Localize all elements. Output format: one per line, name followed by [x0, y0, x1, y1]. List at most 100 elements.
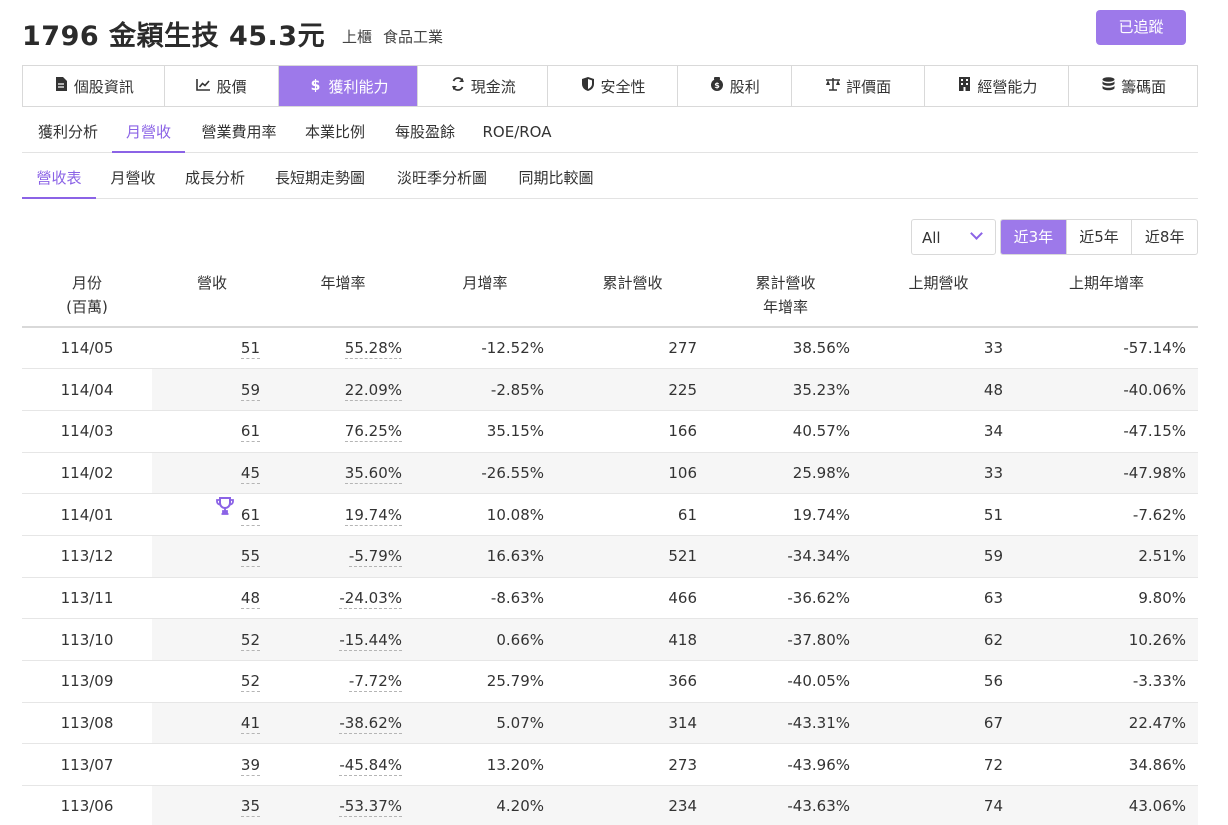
- subtab-eps[interactable]: 每股盈餘: [392, 112, 458, 153]
- range-8y-button[interactable]: 近8年: [1132, 220, 1197, 254]
- cell-yoy-value[interactable]: -24.03%: [339, 588, 402, 609]
- cell-yoy-value[interactable]: 19.74%: [344, 505, 402, 526]
- subtab-revenue-table[interactable]: 營收表: [22, 158, 96, 199]
- tab-valuation[interactable]: 評價面: [792, 66, 926, 106]
- tab-stock-info[interactable]: 個股資訊: [23, 66, 165, 106]
- cell-yoy-value[interactable]: -53.37%: [339, 797, 402, 818]
- cell-revenue-value[interactable]: 52: [240, 672, 260, 693]
- cell-cumulative-value: 225: [668, 380, 697, 399]
- subtab-roe-roa[interactable]: ROE/ROA: [481, 112, 553, 153]
- tab-dividend[interactable]: $ 股利: [678, 66, 792, 106]
- cell-month-value: 113/12: [60, 547, 114, 566]
- cell-cumulative-yoy-value: 35.23%: [792, 380, 850, 399]
- table-body: 114/05 51 55.28% -12.52% 277 38.56% 33 -57.14% 1…: [22, 327, 1198, 825]
- cell-prev-revenue-value: 33: [983, 339, 1003, 358]
- cell-cumulative: 273: [556, 743, 709, 787]
- subtab-core-ratio[interactable]: 本業比例: [302, 112, 368, 153]
- table-row: 113/09 52 -7.72% 25.79% 366 -40.05% 56 -3.33%: [22, 660, 1198, 703]
- cell-revenue: 59: [152, 368, 272, 411]
- cell-cumulative-value: 418: [668, 630, 697, 649]
- cell-revenue-value[interactable]: 52: [240, 630, 260, 651]
- cell-yoy-value[interactable]: -5.79%: [348, 547, 402, 568]
- subtab-compare-chart[interactable]: 同期比較圖: [516, 158, 596, 199]
- cell-mom-value: 5.07%: [496, 714, 544, 733]
- cell-cumulative-value: 521: [668, 547, 697, 566]
- cell-revenue-value[interactable]: 51: [240, 339, 260, 360]
- tab-profitability[interactable]: $ 獲利能力: [278, 66, 419, 106]
- cell-revenue-value[interactable]: 39: [240, 755, 260, 776]
- cell-month-value: 113/09: [60, 672, 114, 691]
- cell-revenue-value[interactable]: 45: [240, 463, 260, 484]
- cell-prev-revenue: 59: [862, 535, 1015, 578]
- tab-operating[interactable]: 經營能力: [925, 66, 1070, 106]
- cell-cumulative-yoy-value: 38.56%: [792, 339, 850, 358]
- cell-month: 114/04: [22, 368, 152, 411]
- document-icon: [53, 77, 69, 95]
- cell-revenue-value[interactable]: 41: [240, 714, 260, 735]
- cell-yoy-value[interactable]: 76.25%: [344, 422, 402, 443]
- month-filter-select[interactable]: All: [911, 219, 996, 255]
- cell-revenue-value[interactable]: 61: [240, 505, 260, 526]
- cell-revenue-value[interactable]: 61: [240, 422, 260, 443]
- cell-prev-revenue-value: 56: [983, 672, 1003, 691]
- cell-yoy: -24.03%: [272, 577, 414, 620]
- cell-revenue: 45: [152, 452, 272, 495]
- tab-cash-flow[interactable]: 現金流: [418, 66, 549, 106]
- cell-prev-yoy: 2.51%: [1015, 535, 1198, 578]
- cell-cumulative: 418: [556, 618, 709, 661]
- cell-prev-yoy-value: -57.14%: [1123, 339, 1186, 358]
- tab-label: 籌碼面: [1121, 77, 1167, 96]
- cell-revenue-value[interactable]: 35: [240, 797, 260, 818]
- subtab-monthly-revenue[interactable]: 月營收: [112, 112, 185, 153]
- cell-yoy-value[interactable]: 35.60%: [344, 463, 402, 484]
- cell-revenue: 52: [152, 618, 272, 661]
- cell-cumulative-yoy-value: -34.34%: [787, 547, 850, 566]
- cell-revenue-value[interactable]: 59: [240, 380, 260, 401]
- cell-month: 113/06: [22, 785, 152, 825]
- tab-chips[interactable]: 籌碼面: [1069, 66, 1197, 106]
- subtab-trend-chart[interactable]: 長短期走勢圖: [272, 158, 368, 199]
- cell-revenue-value[interactable]: 48: [240, 588, 260, 609]
- cell-prev-revenue-value: 33: [983, 463, 1003, 482]
- cell-month: 114/03: [22, 410, 152, 453]
- range-3y-button[interactable]: 近3年: [1001, 220, 1067, 254]
- col-header-prev-revenue: 上期營收: [862, 262, 1015, 328]
- cell-prev-yoy-value: 10.26%: [1128, 630, 1186, 649]
- range-5y-button[interactable]: 近5年: [1067, 220, 1133, 254]
- cell-month: 113/07: [22, 743, 152, 787]
- refresh-icon: [450, 77, 466, 95]
- tab-label: 評價面: [846, 77, 892, 96]
- cell-yoy-value[interactable]: 55.28%: [344, 339, 402, 360]
- table-row: 113/08 41 -38.62% 5.07% 314 -43.31% 67 22.47%: [22, 702, 1198, 745]
- cell-prev-yoy-value: -3.33%: [1132, 672, 1186, 691]
- cell-month-value: 113/08: [60, 714, 114, 733]
- cell-cumulative-value: 234: [668, 797, 697, 816]
- cell-yoy-value[interactable]: -45.84%: [339, 755, 402, 776]
- cell-revenue: 39: [152, 743, 272, 787]
- tab-price[interactable]: 股價: [165, 66, 279, 106]
- cell-cumulative-value: 314: [668, 714, 697, 733]
- subtab-expense-ratio[interactable]: 營業費用率: [198, 112, 280, 153]
- tab-safety[interactable]: 安全性: [548, 66, 678, 106]
- cell-cumulative-yoy-value: 40.57%: [792, 422, 850, 441]
- col-header-revenue: 營收: [152, 262, 272, 328]
- cell-month: 113/11: [22, 577, 152, 620]
- market-label: 上櫃: [342, 28, 373, 46]
- track-button[interactable]: 已追蹤: [1096, 10, 1186, 45]
- cell-prev-revenue-value: 62: [983, 630, 1003, 649]
- cell-yoy-value[interactable]: -7.72%: [348, 672, 402, 693]
- cell-cumulative-yoy: -36.62%: [709, 577, 862, 620]
- subtab-monthly-revenue-chart[interactable]: 月營收: [108, 158, 158, 199]
- subtab-growth-analysis[interactable]: 成長分析: [182, 158, 248, 199]
- cell-yoy-value[interactable]: -15.44%: [339, 630, 402, 651]
- cell-yoy-value[interactable]: -38.62%: [339, 714, 402, 735]
- subtab-profit-analysis[interactable]: 獲利分析: [34, 112, 102, 153]
- cell-revenue-value[interactable]: 55: [240, 547, 260, 568]
- cell-yoy-value[interactable]: 22.09%: [344, 380, 402, 401]
- cell-prev-revenue: 72: [862, 743, 1015, 787]
- cell-cumulative-yoy: -43.63%: [709, 785, 862, 825]
- cell-yoy: 22.09%: [272, 368, 414, 411]
- subtab-seasonal-chart[interactable]: 淡旺季分析圖: [394, 158, 490, 199]
- cell-month-value: 113/07: [60, 755, 114, 774]
- cell-prev-yoy: -3.33%: [1015, 660, 1198, 703]
